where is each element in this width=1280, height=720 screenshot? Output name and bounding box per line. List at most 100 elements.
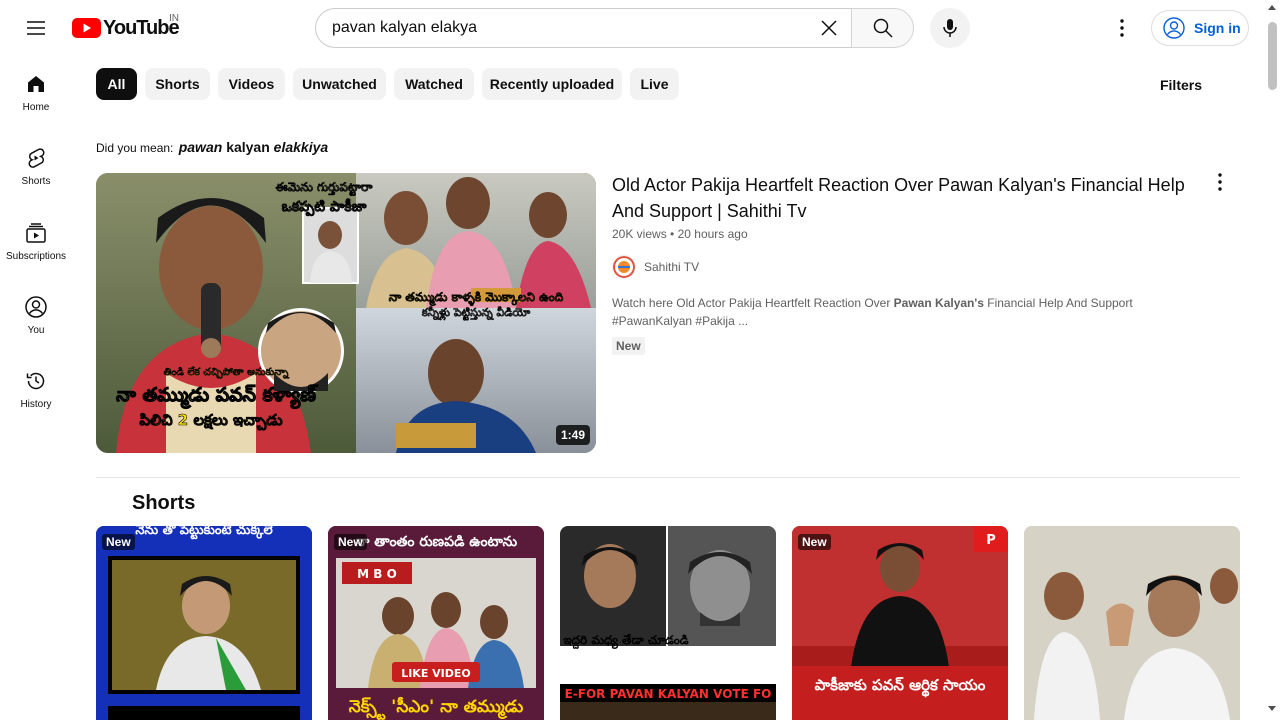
section-divider: [96, 477, 1240, 478]
short-thumbnail: [1024, 526, 1240, 720]
page-scrollbar[interactable]: [1265, 0, 1280, 720]
short-caption: నా తాంతం రుణపడి ఉంటాను: [355, 534, 517, 550]
svg-text:కన్నీళ్లు పెట్టిస్తున్న వీడియో: కన్నీళ్లు పెట్టిస్తున్న వీడియో: [421, 306, 531, 321]
sidebar-item-label: You: [27, 325, 45, 336]
history-icon: [26, 372, 45, 390]
hamburger-icon: [27, 21, 45, 35]
search-box: [315, 8, 851, 48]
country-code: IN: [169, 13, 179, 24]
video-title[interactable]: Old Actor Pakija Heartfelt Reaction Over…: [612, 172, 1192, 224]
chip-watched[interactable]: Watched: [394, 68, 474, 100]
scroll-down-arrow-icon[interactable]: [1268, 706, 1276, 711]
svg-text:నా తమ్ముడు కాళ్ళకి మొక్కాలని ఉ: నా తమ్ముడు కాళ్ళకి మొక్కాలని ఉంది: [389, 290, 564, 306]
meta-separator: •: [670, 227, 678, 241]
vertical-dots-icon: [1218, 173, 1222, 191]
short-thumbnail: నేను తో పెట్టుకుంటే చుక్కలే: [96, 526, 312, 720]
subscriptions-icon: [26, 223, 46, 243]
new-badge: New: [102, 534, 135, 550]
scrollbar-thumb[interactable]: [1268, 22, 1277, 90]
svg-text:P: P: [986, 533, 996, 548]
chip-recently-uploaded[interactable]: Recently uploaded: [482, 68, 622, 100]
youtube-logo[interactable]: YouTube: [72, 16, 180, 39]
short-caption: నెక్స్ట్ 'సీఎం' నా తమ్ముడు: [349, 696, 524, 720]
video-action-menu-button[interactable]: [1204, 166, 1236, 198]
search-button[interactable]: [851, 8, 914, 48]
did-you-mean-prefix: Did you mean:: [96, 141, 174, 155]
guide-menu-button[interactable]: [16, 8, 56, 48]
desc-text: Watch here Old Actor Pakija Heartfelt Re…: [612, 296, 894, 310]
sidebar-item-you[interactable]: You: [4, 279, 68, 353]
sidebar-item-home[interactable]: Home: [4, 56, 68, 130]
chip-live[interactable]: Live: [630, 68, 679, 100]
svg-text:M B O: M B O: [357, 567, 397, 581]
channel-logo-icon: [613, 256, 635, 278]
shorts-shelf-title: Shorts: [132, 491, 196, 514]
did-you-mean: Did you mean: pawan kalyan elakkiya: [96, 139, 328, 155]
filters-button[interactable]: Filters: [1148, 68, 1214, 102]
youtube-play-icon: [72, 18, 101, 38]
short-caption: E-FOR PAVAN KALYAN VOTE FO: [565, 687, 772, 701]
short-card[interactable]: నా తాంతం రుణపడి ఉంటాను M B O LIKE VIDEO …: [328, 526, 544, 720]
new-badge: New: [612, 337, 645, 355]
shorts-shelf-header: Shorts: [96, 490, 195, 516]
chip-videos[interactable]: Videos: [218, 68, 285, 100]
channel-info[interactable]: Sahithi TV: [612, 255, 699, 279]
video-metadata: 20K views • 20 hours ago: [612, 227, 748, 241]
sidebar-item-label: Home: [22, 102, 50, 113]
search-icon: [873, 18, 893, 38]
svg-text:నా తమ్ముడు పవన్ కళ్యాణ్: నా తమ్ముడు పవన్ కళ్యాణ్: [116, 384, 318, 409]
like-video-label: LIKE VIDEO: [401, 667, 471, 680]
video-thumbnail[interactable]: ఈమెను గుర్తుపట్టారా ఒకప్పటి పాకీజా నా తమ…: [96, 173, 596, 453]
suggestion-word: elakkiya: [273, 139, 329, 155]
microphone-icon: [943, 19, 957, 37]
sign-in-button[interactable]: Sign in: [1151, 10, 1249, 46]
short-card[interactable]: నేను తో పెట్టుకుంటే చుక్కలే New: [96, 526, 312, 720]
spelling-suggestion-link[interactable]: pawan kalyan elakkiya: [179, 139, 328, 155]
sidebar-item-shorts[interactable]: Shorts: [4, 130, 68, 204]
search-input[interactable]: [332, 9, 802, 47]
thumbnail-image: ఈమెను గుర్తుపట్టారా ఒకప్పటి పాకీజా నా తమ…: [96, 173, 596, 453]
svg-text:ఈమెను గుర్తుపట్టారా: ఈమెను గుర్తుపట్టారా: [276, 180, 373, 196]
you-icon: [25, 296, 47, 318]
sign-in-label: Sign in: [1194, 20, 1241, 36]
short-thumbnail: నా తాంతం రుణపడి ఉంటాను M B O LIKE VIDEO …: [328, 526, 544, 720]
channel-name[interactable]: Sahithi TV: [644, 260, 699, 274]
svg-text:తిండి లేక చచ్చిపోతా అనుకున్నా: తిండి లేక చచ్చిపోతా అనుకున్నా: [164, 366, 290, 379]
short-card[interactable]: ఇద్దరి మధ్య తేడా చూడండి E-FOR PAVAN KALY…: [560, 526, 776, 720]
shorts-logo-icon: [101, 494, 116, 513]
view-count: 20K views: [612, 227, 667, 241]
svg-text:ఒకప్పటి పాకీజా: ఒకప్పటి పాకీజా: [282, 198, 367, 216]
vertical-dots-icon: [1120, 19, 1124, 37]
new-badge: New: [334, 534, 367, 550]
shorts-icon: [28, 148, 45, 168]
short-thumbnail: P పాకీజాకు పవన్ ఆర్థిక సాయం: [792, 526, 1008, 720]
short-caption: ఇద్దరి మధ్య తేడా చూడండి: [563, 633, 688, 649]
svg-text:పిలిచి 2 లక్షలు ఇచ్చాడు: పిలిచి 2 లక్షలు ఇచ్చాడు: [139, 411, 282, 431]
chip-all[interactable]: All: [96, 68, 137, 100]
chip-shorts[interactable]: Shorts: [145, 68, 210, 100]
suggestion-word: kalyan: [226, 139, 270, 155]
sidebar-item-subscriptions[interactable]: Subscriptions: [4, 205, 68, 279]
short-caption: నేను తో పెట్టుకుంటే చుక్కలే: [135, 526, 273, 540]
channel-avatar[interactable]: [612, 255, 636, 279]
voice-search-button[interactable]: [930, 8, 970, 48]
settings-more-button[interactable]: [1102, 8, 1142, 48]
short-card[interactable]: [1024, 526, 1240, 720]
video-description-snippet: Watch here Old Actor Pakija Heartfelt Re…: [612, 294, 1212, 330]
masthead: YouTube IN Sign in: [0, 0, 1280, 56]
logo-wordmark: YouTube: [103, 16, 180, 39]
sidebar-item-label: Subscriptions: [5, 251, 67, 262]
sidebar-item-history[interactable]: History: [4, 353, 68, 427]
chip-unwatched[interactable]: Unwatched: [293, 68, 386, 100]
desc-highlight: Pawan Kalyan's: [893, 296, 984, 310]
sidebar-item-label: Shorts: [21, 176, 51, 187]
upload-age: 20 hours ago: [677, 227, 748, 241]
home-icon: [28, 76, 44, 92]
duration-badge: 1:49: [555, 425, 590, 445]
short-card[interactable]: P పాకీజాకు పవన్ ఆర్థిక సాయం New: [792, 526, 1008, 720]
suggestion-word: pawan: [178, 139, 223, 155]
scroll-up-arrow-icon[interactable]: [1268, 5, 1276, 10]
close-icon: [821, 20, 837, 36]
sidebar-item-label: History: [20, 399, 52, 410]
clear-search-button[interactable]: [809, 9, 849, 47]
